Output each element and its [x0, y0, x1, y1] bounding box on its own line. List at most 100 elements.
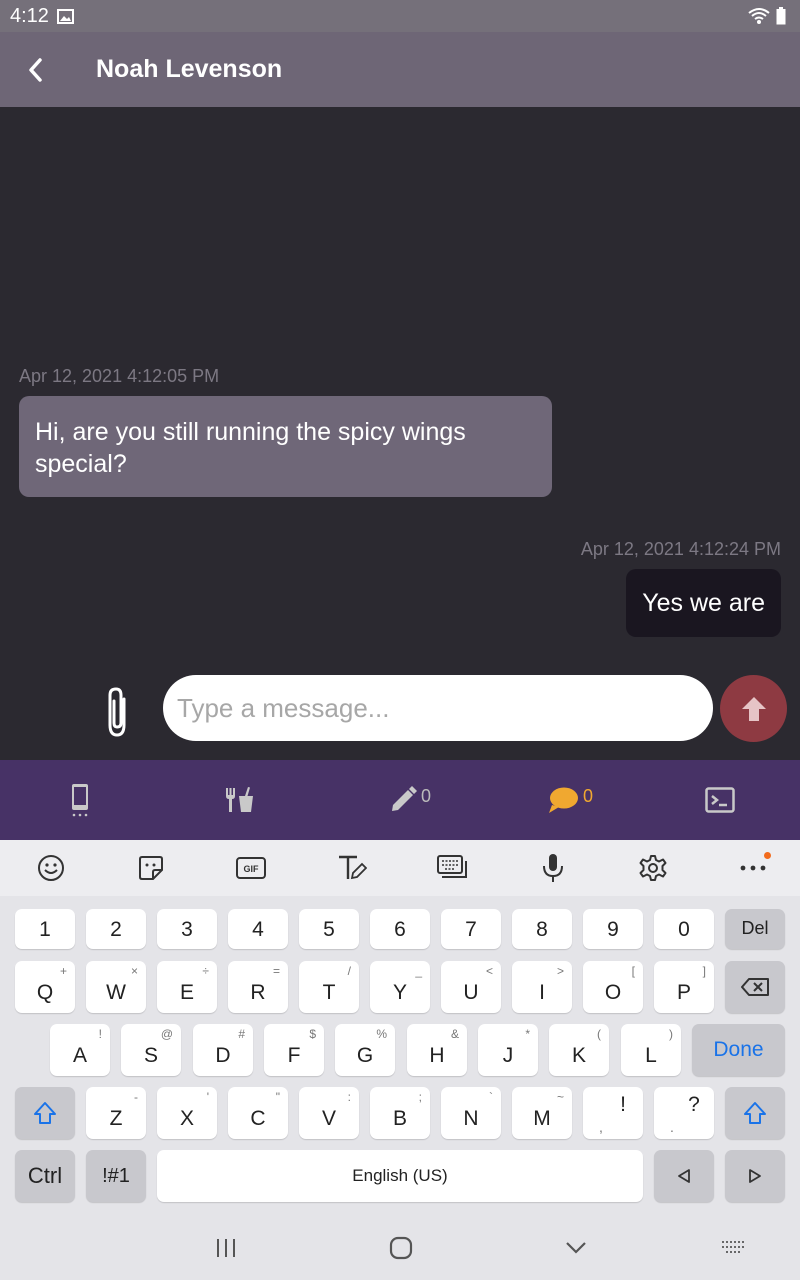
key-g[interactable]: % G — [335, 1024, 395, 1076]
keyboard-hide-button[interactable] — [714, 1230, 754, 1266]
key-9[interactable]: 9 — [583, 909, 643, 949]
emoji-button[interactable] — [31, 848, 71, 888]
shift-key-left[interactable] — [15, 1087, 75, 1139]
notes-count: 0 — [420, 785, 431, 806]
key-k[interactable]: (K — [549, 1024, 609, 1076]
key-b[interactable]: ; B — [370, 1087, 430, 1139]
key-3[interactable]: 3 — [157, 909, 217, 949]
more-options-button[interactable] — [733, 848, 773, 888]
key-exclamation[interactable]: !, — [583, 1087, 643, 1139]
keyboard-mode-button[interactable] — [432, 848, 472, 888]
tab-menu[interactable] — [210, 760, 270, 840]
message-input[interactable] — [163, 675, 713, 741]
key-question[interactable]: ?. — [654, 1087, 714, 1139]
gear-icon — [639, 855, 667, 881]
more-dots-icon — [740, 865, 766, 871]
key-v[interactable]: :V — [299, 1087, 359, 1139]
shift-icon — [744, 1102, 766, 1124]
key-r[interactable]: = R — [228, 961, 288, 1013]
key-x[interactable]: ' X — [157, 1087, 217, 1139]
paperclip-icon — [108, 687, 126, 737]
key-7[interactable]: 7 — [441, 909, 501, 949]
ctrl-key[interactable]: Ctrl — [15, 1150, 75, 1202]
key-p[interactable]: ] P — [654, 961, 714, 1013]
shift-key-right[interactable] — [725, 1087, 785, 1139]
notification-dot — [764, 852, 771, 859]
key-w[interactable]: × W — [86, 961, 146, 1013]
key-1[interactable]: 1 — [15, 909, 75, 949]
key-y[interactable]: _ Y — [370, 961, 430, 1013]
key-l[interactable]: ) L — [621, 1024, 681, 1076]
shift-icon — [34, 1102, 56, 1124]
key-h[interactable]: & H — [407, 1024, 467, 1076]
message-list[interactable]: Apr 12, 2021 4:12:05 PM Hi, are you stil… — [0, 107, 800, 760]
key-q[interactable]: + Q — [15, 961, 75, 1013]
backspace-key[interactable] — [725, 961, 785, 1013]
tab-terminal[interactable] — [690, 760, 750, 840]
key-del[interactable]: Del — [725, 909, 785, 949]
cursor-left-key[interactable] — [654, 1150, 714, 1202]
tab-notes[interactable]: 0 — [380, 760, 440, 840]
space-key[interactable]: English (US) — [157, 1150, 643, 1202]
symbols-key[interactable]: !#1 — [86, 1150, 146, 1202]
recents-icon — [217, 1239, 235, 1257]
key-2[interactable]: 2 — [86, 909, 146, 949]
voice-input-button[interactable] — [533, 848, 573, 888]
message-composer — [0, 672, 800, 760]
status-bar: 4:12 — [0, 0, 800, 32]
pencil-icon — [391, 786, 417, 811]
tab-device[interactable] — [50, 760, 110, 840]
sticker-icon — [139, 856, 163, 880]
chevron-left-icon — [29, 58, 42, 82]
key-s[interactable]: @ S — [121, 1024, 181, 1076]
arrow-up-icon — [741, 696, 766, 721]
key-t[interactable]: / T — [299, 961, 359, 1013]
keyboard-icon — [722, 1241, 746, 1253]
settings-button[interactable] — [633, 848, 673, 888]
key-a[interactable]: ! A — [50, 1024, 110, 1076]
chat-bubble-icon — [548, 787, 578, 813]
key-z[interactable]: -Z — [86, 1087, 146, 1139]
wifi-icon — [748, 7, 770, 30]
gif-icon: GIF — [236, 857, 266, 879]
tab-messages[interactable]: 0 — [540, 760, 600, 840]
key-e[interactable]: ÷ E — [157, 961, 217, 1013]
key-4[interactable]: 4 — [228, 909, 288, 949]
key-j[interactable]: * J — [478, 1024, 538, 1076]
back-nav-button[interactable] — [556, 1230, 596, 1266]
terminal-icon — [705, 787, 735, 813]
text-style-button[interactable] — [332, 848, 372, 888]
recents-button[interactable] — [206, 1230, 246, 1266]
back-button[interactable] — [18, 50, 54, 90]
key-d[interactable]: # D — [193, 1024, 253, 1076]
home-button[interactable] — [381, 1230, 421, 1266]
key-o[interactable]: [O — [583, 961, 643, 1013]
done-key[interactable]: Done — [692, 1024, 785, 1076]
key-6[interactable]: 6 — [370, 909, 430, 949]
message-timestamp: Apr 12, 2021 4:12:24 PM — [580, 539, 781, 559]
text-edit-icon — [339, 855, 367, 880]
outgoing-message-bubble[interactable]: Yes we are — [626, 569, 781, 637]
message-timestamp: Apr 12, 2021 4:12:05 PM — [19, 366, 220, 386]
triangle-left-icon — [678, 1169, 690, 1183]
key-i[interactable]: > I — [512, 961, 572, 1013]
key-m[interactable]: ~ M — [512, 1087, 572, 1139]
incoming-message-bubble[interactable]: Hi, are you still running the spicy wing… — [19, 396, 552, 497]
gif-button[interactable]: GIF — [231, 848, 271, 888]
svg-text:GIF: GIF — [244, 864, 260, 874]
keyboard-toolbar: GIF — [0, 840, 800, 896]
image-notification-icon — [57, 9, 74, 29]
attach-button[interactable] — [97, 682, 137, 742]
sticker-button[interactable] — [131, 848, 171, 888]
key-c[interactable]: " C — [228, 1087, 288, 1139]
key-u[interactable]: < U — [441, 961, 501, 1013]
cursor-right-key[interactable] — [725, 1150, 785, 1202]
key-0[interactable]: 0 — [654, 909, 714, 949]
chevron-down-icon — [566, 1242, 586, 1254]
key-8[interactable]: 8 — [512, 909, 572, 949]
key-5[interactable]: 5 — [299, 909, 359, 949]
key-n[interactable]: ` N — [441, 1087, 501, 1139]
key-f[interactable]: $ F — [264, 1024, 324, 1076]
send-button[interactable] — [720, 675, 787, 742]
battery-icon — [776, 7, 786, 30]
